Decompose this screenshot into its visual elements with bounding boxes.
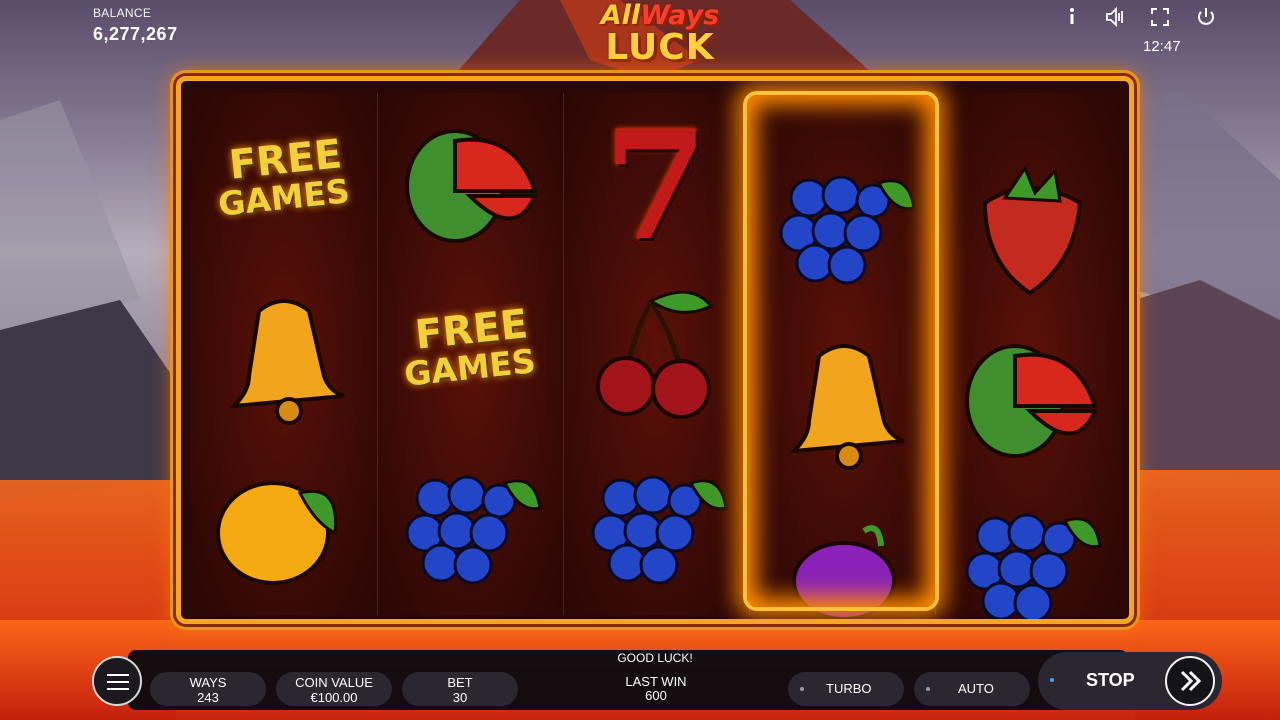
lemon-symbol (205, 453, 355, 603)
last-win-label: LAST WIN (625, 674, 687, 689)
cherries-symbol (581, 281, 731, 431)
ways-value: 243 (197, 690, 219, 705)
grapes-symbol (955, 491, 1105, 619)
plum-symbol (769, 501, 919, 619)
bell-symbol (209, 281, 359, 431)
seven-symbol: 7 (603, 98, 709, 274)
clock: 12:47 (1143, 38, 1181, 55)
ways-label: WAYS (189, 675, 227, 690)
game-logo: AllWays LUCK (585, 2, 735, 70)
stop-button[interactable]: STOP (1086, 670, 1135, 691)
double-chevron-icon (1180, 670, 1202, 692)
last-win-display: LAST WIN 600 (614, 675, 698, 703)
watermelon-symbol (955, 326, 1105, 476)
strawberry-symbol (955, 153, 1105, 303)
top-icon-bar (1058, 6, 1228, 28)
bet-value: 30 (452, 690, 468, 705)
free-games-symbol: FREE GAMES (402, 301, 538, 394)
last-win-value: 600 (645, 688, 667, 703)
reel-frame: FREE GAMES FREE GAMES 7 (176, 76, 1134, 624)
menu-button[interactable] (92, 656, 142, 706)
logo-luck: LUCK (605, 27, 715, 68)
balance-label: BALANCE (93, 6, 152, 20)
grapes-symbol (769, 153, 919, 303)
grapes-symbol (395, 453, 545, 603)
turbo-label: TURBO (826, 681, 872, 696)
bet-label: BET (447, 675, 473, 690)
turbo-toggle[interactable]: TURBO (788, 672, 904, 706)
fullscreen-icon[interactable] (1148, 6, 1172, 28)
auto-toggle[interactable]: AUTO (914, 672, 1030, 706)
bet-button[interactable]: BET 30 (402, 672, 518, 706)
status-message: GOOD LUCK! (617, 651, 693, 665)
auto-label: AUTO (958, 681, 994, 696)
coin-value-label: COIN VALUE (295, 675, 373, 690)
sound-icon[interactable] (1104, 6, 1128, 28)
coin-value-value: €100.00 (310, 690, 358, 705)
ways-display: WAYS 243 (150, 672, 266, 706)
info-icon[interactable] (1060, 6, 1084, 28)
grapes-symbol (581, 453, 731, 603)
free-games-symbol: FREE GAMES (216, 131, 352, 224)
bell-symbol (769, 326, 919, 476)
balance-display: BALANCE 6,277,267 (93, 6, 178, 45)
coin-value-button[interactable]: COIN VALUE €100.00 (276, 672, 392, 706)
watermelon-symbol (395, 111, 545, 261)
spin-button[interactable] (1165, 656, 1215, 706)
power-icon[interactable] (1194, 6, 1218, 28)
balance-value: 6,277,267 (93, 24, 178, 44)
